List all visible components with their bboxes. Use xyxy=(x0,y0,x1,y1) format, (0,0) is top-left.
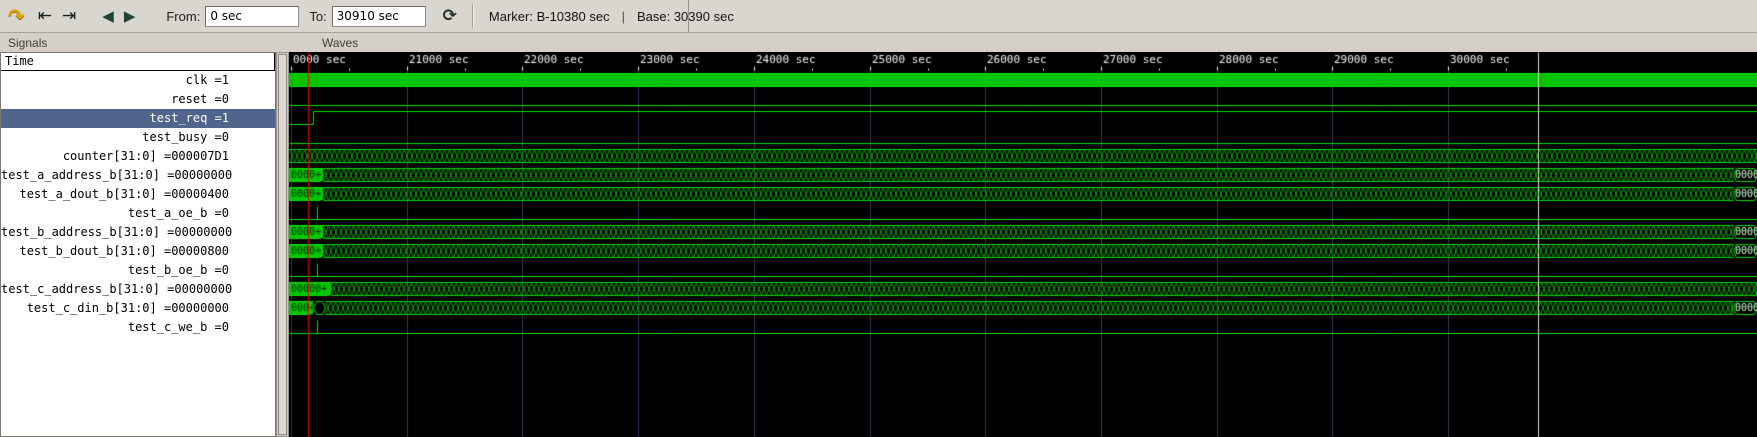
signal-row[interactable]: test_b_address_b[31:0] =00000000 xyxy=(1,223,275,242)
base-readout: Base: 30390 sec xyxy=(636,8,734,24)
signal-row[interactable]: test_a_oe_b =0 xyxy=(1,204,275,223)
signal-label: test_busy =0 xyxy=(142,130,229,144)
signal-row[interactable]: test_b_oe_b =0 xyxy=(1,261,275,280)
shift-right-button[interactable]: ▶ xyxy=(121,3,139,29)
signal-label: test_c_din_b[31:0] =00000000 xyxy=(26,301,229,315)
jump-to-end-button[interactable]: ⇥ xyxy=(59,3,79,29)
signal-label: test_b_address_b[31:0] =00000000 xyxy=(1,225,233,239)
signal-list: clk =1 reset =0 test_req =1 test_busy =0… xyxy=(1,71,275,337)
scrollbar-thumb[interactable] xyxy=(278,54,287,435)
signal-label: test_req =1 xyxy=(149,111,229,125)
signal-row[interactable]: test_c_we_b =0 xyxy=(1,318,275,337)
signals-frame-label: Signals xyxy=(8,36,48,50)
signal-row[interactable]: test_a_dout_b[31:0] =00000400 xyxy=(1,185,275,204)
signal-label: reset =0 xyxy=(171,92,229,106)
yellow-arrow-icon: ↷ xyxy=(8,4,25,28)
signal-label: test_b_dout_b[31:0] =00000800 xyxy=(19,244,229,258)
toolbar-spacer xyxy=(140,16,156,17)
toolbar: ↷ ⇤ ⇥ ◀ ▶ From: To: ⟳ Marker: B-10380 se… xyxy=(0,0,1757,33)
signal-row[interactable]: test_c_din_b[31:0] =00000000 xyxy=(1,299,275,318)
signal-row[interactable]: test_req =1 xyxy=(1,109,275,128)
marker-base-divider: | xyxy=(621,8,625,24)
to-time-input[interactable] xyxy=(331,5,426,27)
signal-label: test_c_we_b =0 xyxy=(127,320,229,334)
from-label: From: xyxy=(166,8,201,24)
signal-row[interactable]: test_a_address_b[31:0] =00000000 xyxy=(1,166,275,185)
reload-icon[interactable]: ⟳ xyxy=(440,3,460,29)
signal-label: test_a_address_b[31:0] =00000000 xyxy=(1,168,233,182)
waves-frame-label: Waves xyxy=(322,36,359,50)
signal-row[interactable]: clk =1 xyxy=(1,71,275,90)
signal-row[interactable]: test_b_dout_b[31:0] =00000800 xyxy=(1,242,275,261)
signal-row[interactable]: test_c_address_b[31:0] =00000000 xyxy=(1,280,275,299)
to-label: To: xyxy=(309,8,327,24)
jump-to-start-button[interactable]: ⇤ xyxy=(35,3,55,29)
signals-panel: Time clk =1 reset =0 test_req =1 test_bu… xyxy=(0,52,276,437)
signal-label: test_a_dout_b[31:0] =00000400 xyxy=(19,187,229,201)
signal-label: counter[31:0] =000007D1 xyxy=(62,149,229,163)
signal-label: test_c_address_b[31:0] =00000000 xyxy=(1,282,233,296)
toolbar-separator xyxy=(471,4,474,28)
signal-row[interactable]: counter[31:0] =000007D1 xyxy=(1,147,275,166)
from-time-input[interactable] xyxy=(205,5,300,27)
shift-left-button[interactable]: ◀ xyxy=(99,3,117,29)
marker-readout: Marker: B-10380 sec xyxy=(488,8,610,24)
frame-label-bar: Signals Waves xyxy=(0,33,1757,52)
signal-row[interactable]: test_busy =0 xyxy=(1,128,275,147)
main-content: Time clk =1 reset =0 test_req =1 test_bu… xyxy=(0,52,1757,437)
time-header: Time xyxy=(1,53,275,71)
signal-row[interactable]: reset =0 xyxy=(1,90,275,109)
toolbar-spacer xyxy=(81,16,97,17)
signal-label: test_a_oe_b =0 xyxy=(127,206,229,220)
waveform-canvas[interactable] xyxy=(289,52,1757,437)
signal-label: clk =1 xyxy=(185,73,229,87)
waves-panel[interactable] xyxy=(289,52,1757,437)
signal-label: test_b_oe_b =0 xyxy=(127,263,229,277)
signals-scrollbar[interactable] xyxy=(276,52,289,437)
